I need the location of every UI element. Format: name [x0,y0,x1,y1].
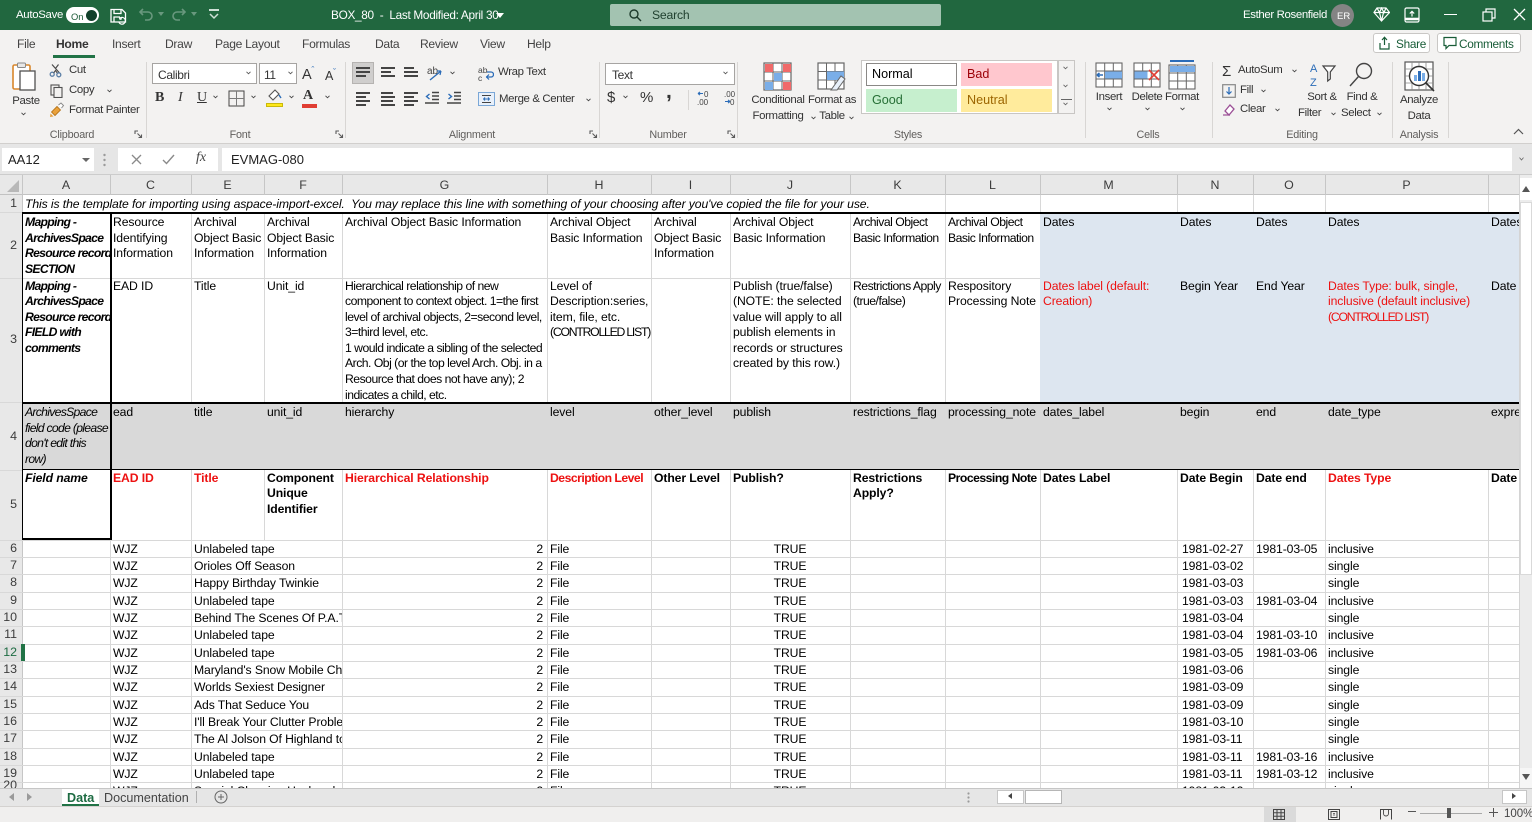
svg-text:.00: .00 [697,98,709,106]
svg-text:A: A [1310,63,1318,75]
svg-text:ab: ab [427,66,439,77]
svg-text:0: 0 [730,98,735,106]
svg-text:Z: Z [1310,77,1317,89]
